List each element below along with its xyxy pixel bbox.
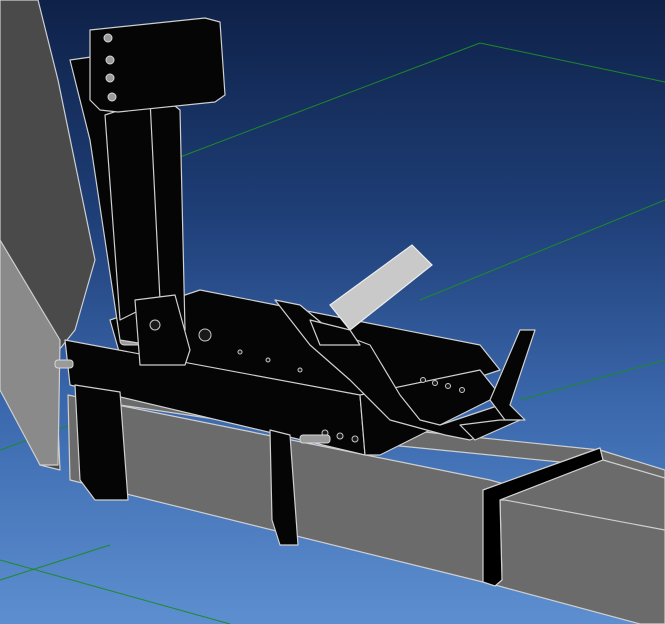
grid-line <box>419 199 665 301</box>
grid-line <box>0 559 231 624</box>
pad-bolt <box>107 92 117 102</box>
cad-3d-viewport[interactable] <box>0 0 665 624</box>
pad-bolt <box>105 73 115 83</box>
rail-hole <box>445 383 451 389</box>
pad-bolt <box>103 33 113 43</box>
lever-handle-pad[interactable] <box>329 244 433 331</box>
plate-hole <box>265 357 271 363</box>
grid-line <box>0 544 111 581</box>
grid-line <box>519 359 665 401</box>
rail-hole <box>432 380 438 386</box>
rail-hole <box>336 432 344 440</box>
rail-bolt[interactable] <box>299 434 331 444</box>
cad-model-scene[interactable] <box>0 0 665 624</box>
hinge-hole <box>149 319 161 331</box>
grid-line <box>479 42 665 83</box>
lever-front-plate <box>489 329 536 421</box>
plate-hole <box>297 367 303 373</box>
rail-hole <box>351 435 359 443</box>
grid-line <box>179 42 481 158</box>
pad-bolt <box>105 55 115 65</box>
hinge-hole <box>198 328 212 342</box>
left-pin[interactable] <box>54 359 74 369</box>
rail-hole <box>459 387 465 393</box>
rail-hole <box>420 377 426 383</box>
left-clamp-block[interactable] <box>74 384 129 501</box>
plate-hole <box>237 349 243 355</box>
